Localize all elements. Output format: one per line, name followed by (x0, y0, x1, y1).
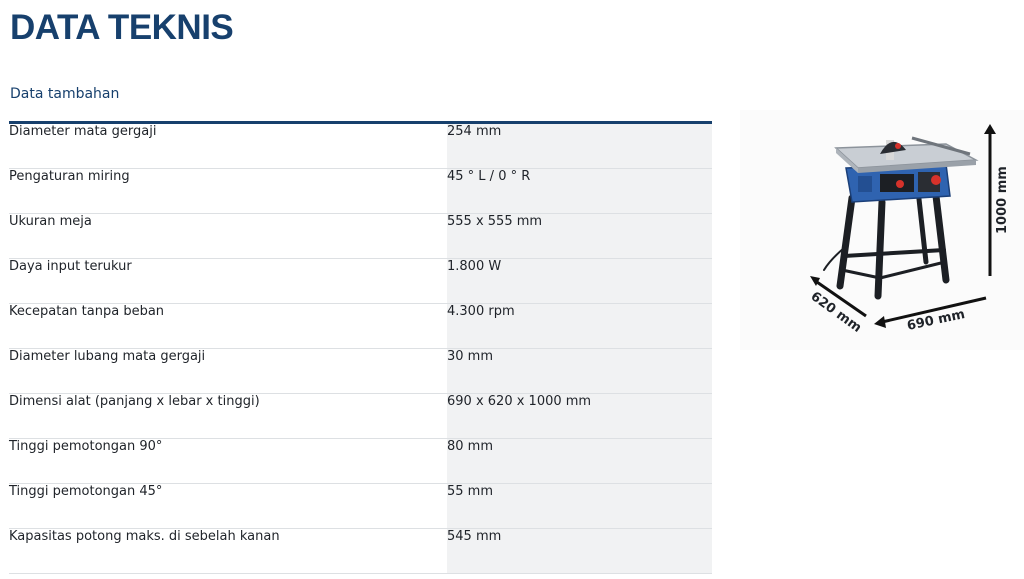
table-row: Diameter lubang mata gergaji 30 mm (9, 348, 712, 394)
spec-value: 555 x 555 mm (447, 213, 712, 259)
spec-value: 254 mm (447, 124, 712, 169)
table-row: Diameter mata gergaji 254 mm (9, 124, 712, 169)
table-saw-illustration: 1000 mm 690 mm 620 mm (808, 124, 1010, 336)
spec-label: Kecepatan tanpa beban (9, 303, 447, 349)
stand-icon (823, 187, 950, 300)
spec-label: Diameter lubang mata gergaji (9, 348, 447, 394)
spec-value: 4.300 rpm (447, 303, 712, 349)
page-title: DATA TEKNIS (10, 8, 234, 47)
product-dimension-figure: 1000 mm 690 mm 620 mm (740, 110, 1024, 350)
table-row: Dimensi alat (panjang x lebar x tinggi) … (9, 393, 712, 439)
spec-value: 690 x 620 x 1000 mm (447, 393, 712, 439)
spec-table: Diameter mata gergaji 254 mm Pengaturan … (9, 121, 712, 574)
spec-label: Tinggi pemotongan 90° (9, 438, 447, 484)
spec-value: 1.800 W (447, 258, 712, 304)
table-row: Daya input terukur 1.800 W (9, 258, 712, 304)
spec-value: 55 mm (447, 483, 712, 529)
spec-value: 545 mm (447, 528, 712, 574)
spec-label: Dimensi alat (panjang x lebar x tinggi) (9, 393, 447, 439)
height-dimension-label: 1000 mm (995, 166, 1010, 234)
section-title: Data tambahan (10, 86, 120, 102)
table-row: Tinggi pemotongan 45° 55 mm (9, 483, 712, 529)
table-row: Kapasitas potong maks. di sebelah kanan … (9, 528, 712, 574)
spec-label: Kapasitas potong maks. di sebelah kanan (9, 528, 447, 574)
spec-label: Diameter mata gergaji (9, 124, 447, 169)
table-row: Tinggi pemotongan 90° 80 mm (9, 438, 712, 484)
saw-table-icon (834, 136, 979, 173)
table-row: Pengaturan miring 45 ° L / 0 ° R (9, 168, 712, 214)
table-row: Kecepatan tanpa beban 4.300 rpm (9, 303, 712, 349)
spec-label: Daya input terukur (9, 258, 447, 304)
spec-label: Pengaturan miring (9, 168, 447, 214)
spec-value: 45 ° L / 0 ° R (447, 168, 712, 214)
spec-label: Ukuran meja (9, 213, 447, 259)
spec-value: 80 mm (447, 438, 712, 484)
table-row: Ukuran meja 555 x 555 mm (9, 213, 712, 259)
spec-label: Tinggi pemotongan 45° (9, 483, 447, 529)
spec-value: 30 mm (447, 348, 712, 394)
